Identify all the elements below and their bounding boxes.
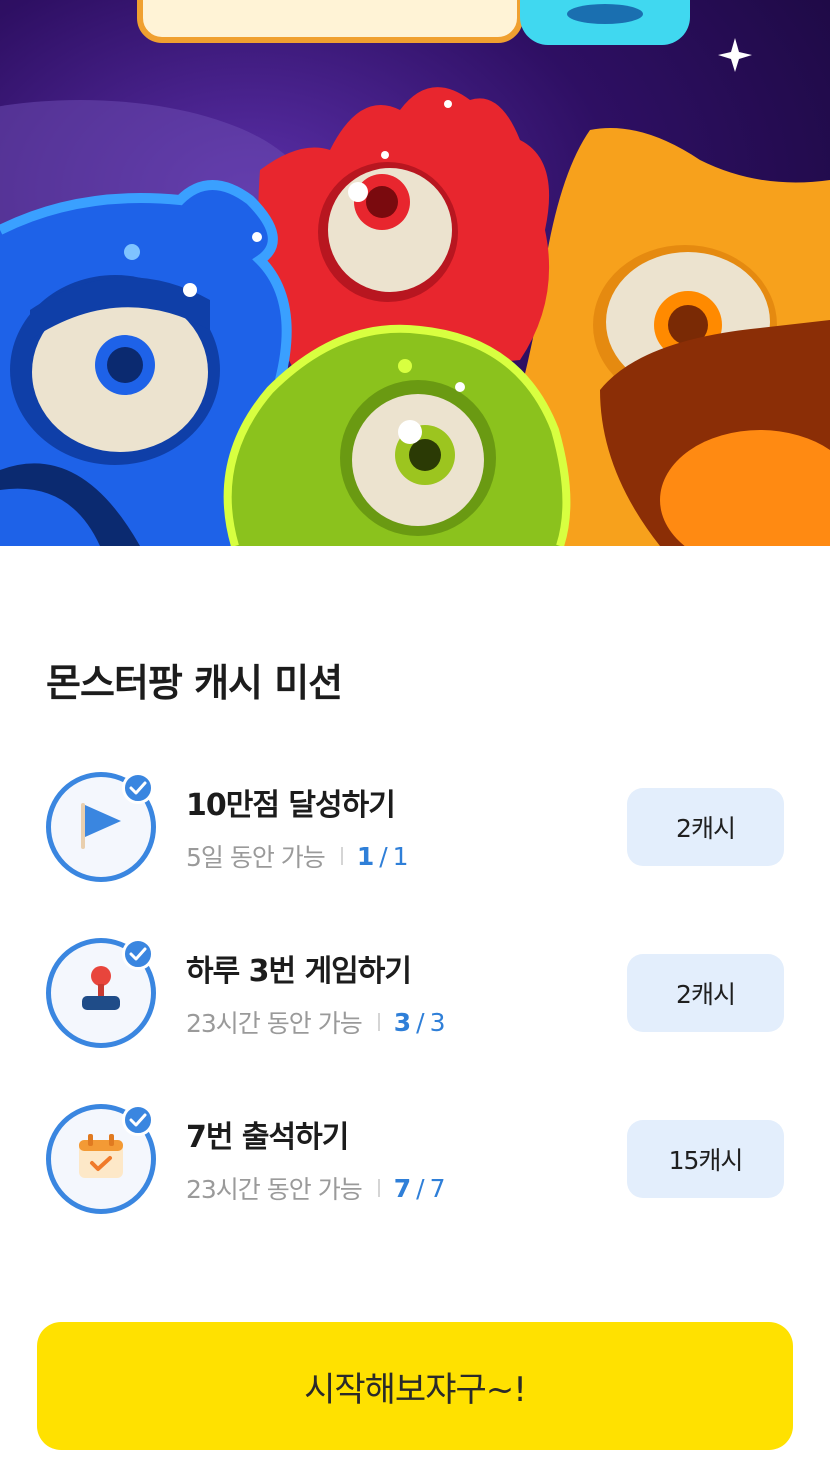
progress-current: 1 — [356, 841, 374, 871]
section-title: 몬스터팡 캐시 미션 — [46, 661, 343, 705]
monster-illustration — [0, 0, 830, 546]
check-icon — [122, 1104, 154, 1136]
flag-icon — [75, 797, 127, 857]
progress-current: 3 — [393, 1007, 411, 1037]
hero-banner — [0, 0, 830, 546]
mission-duration: 5일 동안 가능 — [186, 843, 326, 872]
progress-separator: / — [416, 1007, 425, 1037]
divider — [377, 1179, 380, 1197]
mission-title: 10만점 달성하기 — [186, 788, 396, 823]
logo-letters — [137, 0, 523, 43]
mission-title: 하루 3번 게임하기 — [186, 954, 412, 989]
divider — [377, 1013, 380, 1031]
calendar-check-icon — [75, 1132, 127, 1186]
mission-meta: 5일 동안 가능 1 / 1 — [186, 838, 409, 874]
progress-total: 3 — [429, 1007, 446, 1037]
progress-separator: / — [416, 1173, 425, 1203]
divider — [340, 847, 343, 865]
mission-meta: 23시간 동안 가능 3 / 3 — [186, 1004, 446, 1040]
progress-total: 7 — [429, 1173, 446, 1203]
check-icon — [122, 938, 154, 970]
progress-total: 1 — [392, 841, 409, 871]
check-icon — [122, 772, 154, 804]
progress-current: 7 — [393, 1173, 411, 1203]
mission-meta: 23시간 동안 가능 7 / 7 — [186, 1170, 446, 1206]
mission-item: 10만점 달성하기 5일 동안 가능 1 / 1 2캐시 — [0, 770, 830, 890]
mission-item: 7번 출석하기 23시간 동안 가능 7 / 7 15캐시 — [0, 1102, 830, 1222]
start-game-button[interactable]: 시작해보쟈구~! — [37, 1322, 793, 1450]
mission-title: 7번 출석하기 — [186, 1120, 349, 1155]
reward-button[interactable]: 15캐시 — [627, 1120, 784, 1198]
reward-button[interactable]: 2캐시 — [627, 954, 784, 1032]
mission-item: 하루 3번 게임하기 23시간 동안 가능 3 / 3 2캐시 — [0, 936, 830, 1056]
progress-separator: / — [379, 841, 388, 871]
mission-duration: 23시간 동안 가능 — [186, 1175, 363, 1204]
joystick-icon — [76, 964, 126, 1022]
mission-duration: 23시간 동안 가능 — [186, 1009, 363, 1038]
reward-button[interactable]: 2캐시 — [627, 788, 784, 866]
